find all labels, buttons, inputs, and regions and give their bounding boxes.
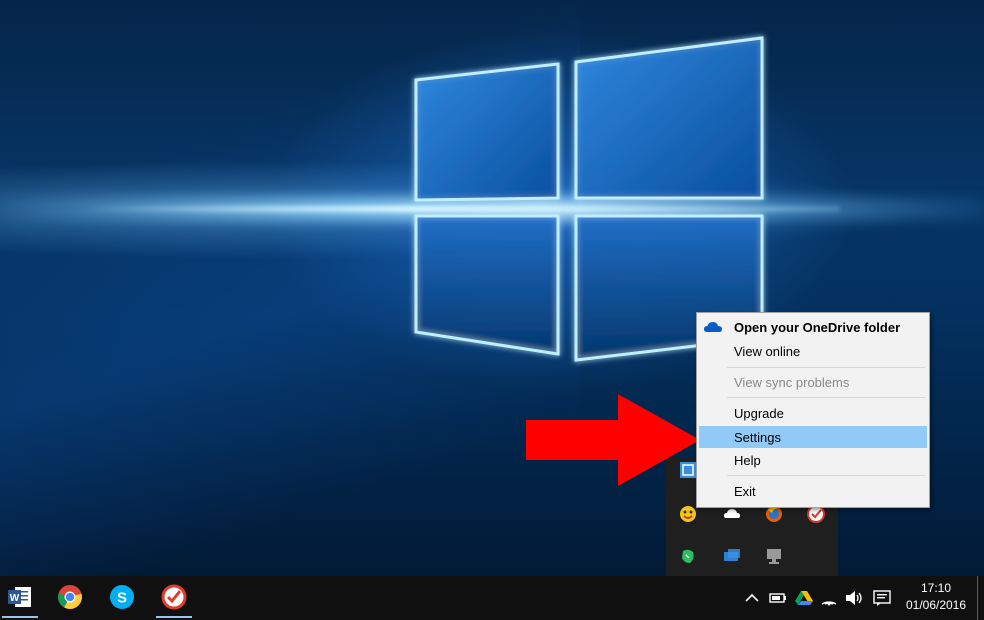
taskbar: W S 17:10 01/06/2016 [0,576,984,620]
menu-item-upgrade[interactable]: Upgrade [699,402,927,424]
menu-separator [727,367,925,368]
menu-item-view-online[interactable]: View online [699,340,927,362]
menu-item-open-onedrive-folder[interactable]: Open your OneDrive folder [699,316,927,338]
clock-date: 01/06/2016 [905,598,967,612]
word-icon: W [8,587,31,607]
menu-item-settings[interactable]: Settings [699,426,927,448]
wunderlist-icon [161,584,187,610]
chrome-icon [58,585,82,609]
running-indicator [156,616,192,618]
menu-item-help[interactable]: Help [699,449,927,471]
display-icon[interactable] [764,546,784,566]
svg-text:W: W [10,593,20,604]
running-indicator [2,616,38,618]
taskbar-app-skype[interactable]: S [102,576,142,618]
emoji-app-icon[interactable] [678,504,698,524]
evernote-icon[interactable] [678,546,698,566]
taskbar-app-word[interactable]: W [0,576,40,618]
action-center-icon[interactable] [872,588,892,608]
battery-icon[interactable] [768,588,788,608]
menu-item-view-sync-problems: View sync problems [734,374,850,390]
network-drive-icon[interactable] [722,546,742,566]
skype-icon: S [110,585,134,609]
svg-text:S: S [117,590,127,607]
volume-icon[interactable] [845,588,865,608]
chevron-up-icon[interactable] [742,588,762,608]
menu-item-exit[interactable]: Exit [699,480,927,502]
clock-time: 17:10 [920,581,952,595]
menu-separator [727,397,925,398]
taskbar-app-chrome[interactable] [50,576,90,618]
show-desktop-button[interactable] [977,576,978,620]
wifi-icon[interactable] [820,588,840,608]
onedrive-context-menu: Open your OneDrive folder View online Vi… [696,312,930,508]
taskbar-app-wunderlist[interactable] [154,576,194,618]
google-drive-icon[interactable] [794,588,814,608]
taskbar-clock[interactable]: 17:10 01/06/2016 [900,580,972,614]
red-arrow-pointer [526,394,700,486]
menu-separator [727,475,925,476]
